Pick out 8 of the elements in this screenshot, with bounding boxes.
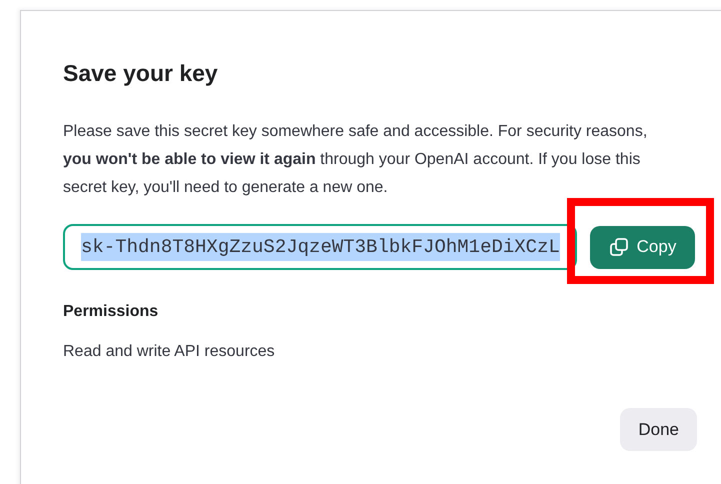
permissions-value: Read and write API resources [63, 342, 276, 362]
permissions-heading: Permissions [63, 302, 160, 322]
copy-icon [608, 237, 629, 257]
copy-button[interactable]: Copy [590, 226, 695, 268]
key-field[interactable]: sk-Thdn8T8HXgZzuS2JqzeWT3BlbkFJOhM1eDiXCzL [63, 224, 577, 270]
dialog-title: Save your key [63, 59, 219, 88]
dialog-message: Please save this secret key somewhere safe and accessible. For security reasons, you won't be able to view it again through your OpenAI account. If you lose this secret key, you'll need to generate a new one. [63, 122, 648, 198]
done-button[interactable]: Done [620, 408, 697, 451]
